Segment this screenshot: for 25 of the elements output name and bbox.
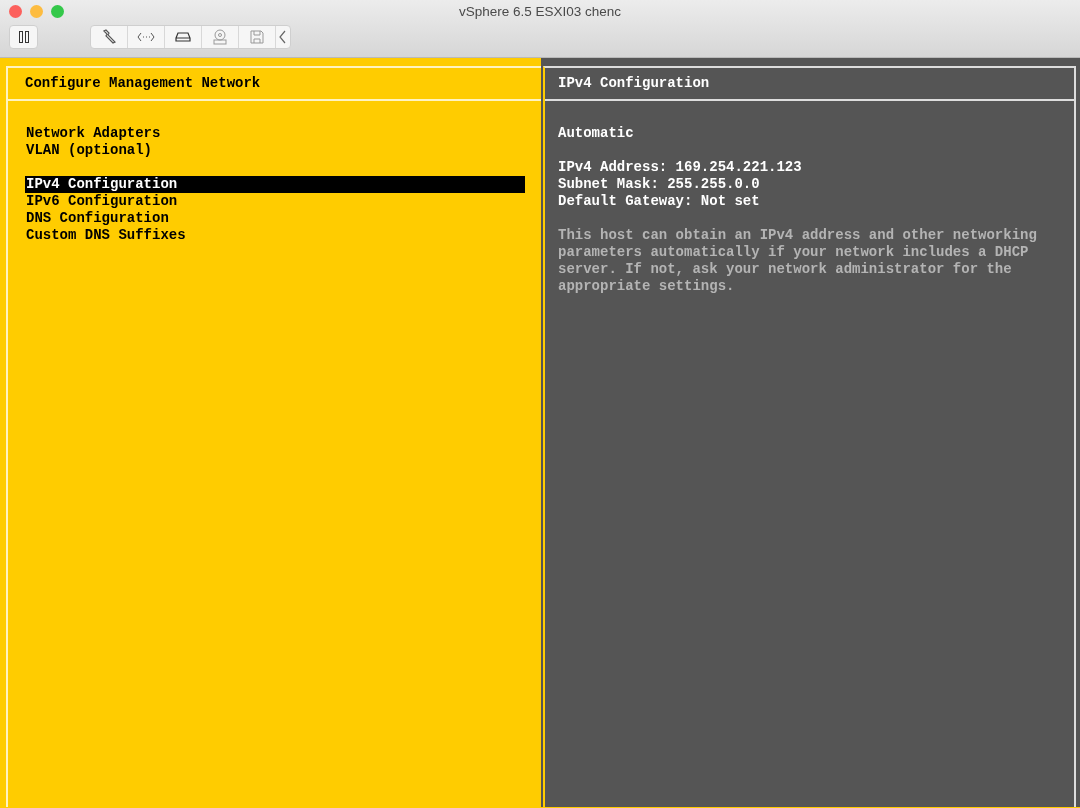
pause-button[interactable] xyxy=(9,25,38,49)
mode-text: Automatic xyxy=(558,125,634,142)
drive-icon xyxy=(175,32,191,42)
wrench-icon xyxy=(101,29,117,45)
panel-title: IPv4 Configuration xyxy=(558,75,710,91)
chevron-left-icon xyxy=(279,30,287,44)
floppy-icon xyxy=(250,30,264,44)
menu-item[interactable]: Custom DNS Suffixes xyxy=(25,227,525,244)
zoom-button[interactable] xyxy=(51,5,64,18)
menu-item[interactable]: VLAN (optional) xyxy=(25,142,525,159)
detail-line: IPv4 Address: 169.254.221.123 xyxy=(558,159,802,176)
panel-title: Configure Management Network xyxy=(25,75,261,91)
description-text: This host can obtain an IPv4 address and other networking parameters automatically if your network includes a DHCP server. If not, ask your network administrator for the appropriate settings. xyxy=(558,227,1038,295)
detail-line: Default Gateway: Not set xyxy=(558,193,760,210)
minimize-button[interactable] xyxy=(30,5,43,18)
menu-item[interactable]: IPv4 Configuration xyxy=(25,176,525,193)
close-button[interactable] xyxy=(9,5,22,18)
window-title: vSphere 6.5 ESXI03 chenc xyxy=(458,4,622,19)
menu-item[interactable]: DNS Configuration xyxy=(25,210,525,227)
menu-item[interactable]: IPv6 Configuration xyxy=(25,193,525,210)
pause-icon xyxy=(17,31,30,43)
menu-item[interactable]: Network Adapters xyxy=(25,125,525,142)
arrows-icon xyxy=(137,32,155,42)
disc-icon xyxy=(212,29,228,45)
detail-line: Subnet Mask: 255.255.0.0 xyxy=(558,176,760,193)
